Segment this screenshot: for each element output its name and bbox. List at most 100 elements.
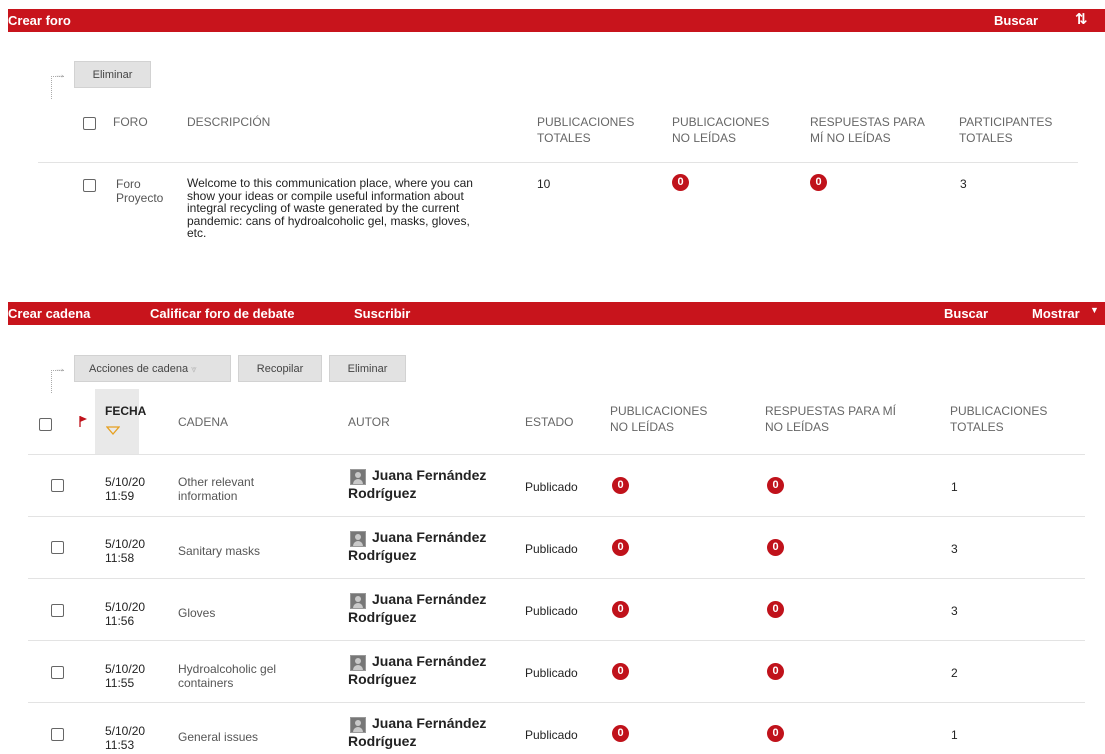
thread-title-line1: Gloves [178, 606, 216, 620]
sort-descending-icon[interactable] [106, 426, 120, 436]
forum-unread-replies-badge[interactable]: 0 [810, 174, 827, 191]
header-forum[interactable]: FORO [113, 114, 148, 130]
forum-total-posts: 10 [537, 177, 551, 191]
thread-unread-replies-badge[interactable]: 0 [767, 725, 784, 742]
thread-header-divider [28, 454, 1085, 455]
thread-author-line2: Rodríguez [348, 485, 417, 501]
thread-date: 5/10/20 11:55 [105, 662, 145, 690]
header-thread-total-posts[interactable]: PUBLICACIONES TOTALES [950, 403, 1047, 435]
header-thread-unread-posts[interactable]: PUBLICACIONES NO LEÍDAS [610, 403, 707, 435]
delete-forum-button[interactable]: Eliminar [74, 61, 151, 88]
thread-date-day: 5/10/20 [105, 662, 146, 676]
thread-date: 5/10/20 11:59 [105, 475, 145, 503]
collect-button[interactable]: Recopilar [238, 355, 322, 382]
thread-title-link[interactable]: Hydroalcoholic gel containers [178, 662, 276, 690]
header-thread[interactable]: CADENA [178, 414, 228, 430]
thread-date-time: 11:55 [105, 676, 135, 690]
forum-description-line4: pandemic: cans of hydroalcoholic gel, ma… [187, 213, 470, 228]
header-unread-replies-line2: MÍ NO LEÍDAS [810, 131, 891, 145]
thread-title-line1: Other relevant [178, 475, 255, 489]
thread-title-line1: Hydroalcoholic gel [178, 662, 277, 676]
flag-icon[interactable] [78, 414, 88, 428]
thread-row-checkbox[interactable] [51, 479, 64, 492]
thread-author[interactable]: Juana Fernández Rodríguez [348, 466, 486, 502]
thread-title-link[interactable]: Gloves [178, 606, 215, 620]
select-all-forums-checkbox[interactable] [83, 117, 96, 130]
thread-row-checkbox[interactable] [51, 666, 64, 679]
search-thread-button[interactable]: Buscar [944, 306, 988, 321]
forum-name-link[interactable]: Foro Proyecto [116, 177, 163, 205]
caret-down-icon: ▼ [1090, 305, 1099, 315]
forum-description: Welcome to this communication place, whe… [187, 177, 532, 240]
thread-unread-posts-badge[interactable]: 0 [612, 725, 629, 742]
bulk-thread-hint-arrow [51, 361, 66, 393]
header-date[interactable]: FECHA [105, 403, 146, 419]
forum-name-line2: Proyecto [116, 191, 164, 205]
header-status[interactable]: ESTADO [525, 414, 573, 430]
thread-status: Publicado [525, 480, 578, 494]
thread-author-line2: Rodríguez [348, 671, 417, 687]
thread-unread-posts-badge[interactable]: 0 [612, 663, 629, 680]
header-total-posts-line2: TOTALES [537, 131, 591, 145]
thread-date-time: 11:56 [105, 614, 135, 628]
search-forum-button[interactable]: Buscar [994, 13, 1038, 28]
header-thread-unread-posts-line2: NO LEÍDAS [610, 420, 675, 434]
thread-total-posts: 3 [951, 604, 958, 618]
row-divider [28, 702, 1085, 703]
forum-description-line5: etc. [187, 226, 207, 240]
header-thread-unread-replies-line2: NO LEÍDAS [765, 420, 830, 434]
thread-status: Publicado [525, 542, 578, 556]
forum-name-line1: Foro [116, 177, 141, 191]
row-divider [28, 578, 1085, 579]
forum-participants: 3 [960, 177, 967, 191]
thread-date-day: 5/10/20 [105, 600, 146, 614]
show-menu-button[interactable]: Mostrar ▼ [1032, 305, 1099, 321]
header-unread-replies[interactable]: RESPUESTAS PARA MÍ NO LEÍDAS [810, 114, 925, 146]
header-thread-unread-replies[interactable]: RESPUESTAS PARA MÍ NO LEÍDAS [765, 403, 896, 435]
thread-actions-dropdown[interactable]: Acciones de cadena ⩔ [74, 355, 231, 382]
subscribe-button[interactable]: Suscribir [354, 306, 410, 321]
thread-row-checkbox[interactable] [51, 728, 64, 741]
thread-title-link[interactable]: Sanitary masks [178, 544, 260, 558]
thread-unread-posts-badge[interactable]: 0 [612, 539, 629, 556]
thread-unread-replies-badge[interactable]: 0 [767, 477, 784, 494]
delete-thread-button[interactable]: Eliminar [329, 355, 406, 382]
thread-author[interactable]: Juana Fernández Rodríguez [348, 652, 486, 688]
forum-description-line3: integral recycling of waste generated by… [187, 201, 460, 215]
thread-title-link[interactable]: Other relevant information [178, 475, 254, 503]
thread-row-checkbox[interactable] [51, 541, 64, 554]
thread-unread-posts-badge[interactable]: 0 [612, 601, 629, 618]
select-all-threads-checkbox[interactable] [39, 418, 52, 431]
header-description[interactable]: DESCRIPCIÓN [187, 114, 270, 130]
forum-toolbar: Crear foro Buscar ⇅ [8, 9, 1105, 32]
thread-author[interactable]: Juana Fernández Rodríguez [348, 590, 486, 626]
thread-unread-replies-badge[interactable]: 0 [767, 663, 784, 680]
thread-unread-replies-badge[interactable]: 0 [767, 601, 784, 618]
thread-status: Publicado [525, 728, 578, 742]
sort-icon[interactable]: ⇅ [1075, 10, 1088, 28]
header-thread-total-posts-line2: TOTALES [950, 420, 1004, 434]
create-thread-button[interactable]: Crear cadena [8, 306, 90, 321]
header-total-posts[interactable]: PUBLICACIONES TOTALES [537, 114, 634, 146]
header-participants[interactable]: PARTICIPANTES TOTALES [959, 114, 1052, 146]
thread-author-line2: Rodríguez [348, 609, 417, 625]
thread-status: Publicado [525, 666, 578, 680]
grade-forum-button[interactable]: Calificar foro de debate [150, 306, 294, 321]
thread-author[interactable]: Juana Fernández Rodríguez [348, 714, 486, 750]
forum-description-line1: Welcome to this communication place, whe… [187, 176, 473, 190]
forum-unread-posts-badge[interactable]: 0 [672, 174, 689, 191]
thread-date-day: 5/10/20 [105, 724, 146, 738]
header-author[interactable]: AUTOR [348, 414, 390, 430]
create-forum-button[interactable]: Crear foro [8, 13, 71, 28]
thread-title-link[interactable]: General issues [178, 730, 258, 744]
header-unread-posts-line2: NO LEÍDAS [672, 131, 737, 145]
thread-row-checkbox[interactable] [51, 604, 64, 617]
thread-unread-replies-badge[interactable]: 0 [767, 539, 784, 556]
forum-row-checkbox[interactable] [83, 179, 96, 192]
thread-author-line1: Juana Fernández [372, 467, 487, 483]
header-unread-posts[interactable]: PUBLICACIONES NO LEÍDAS [672, 114, 769, 146]
header-participants-line2: TOTALES [959, 131, 1013, 145]
header-participants-line1: PARTICIPANTES [959, 115, 1053, 129]
thread-unread-posts-badge[interactable]: 0 [612, 477, 629, 494]
thread-author[interactable]: Juana Fernández Rodríguez [348, 528, 486, 564]
